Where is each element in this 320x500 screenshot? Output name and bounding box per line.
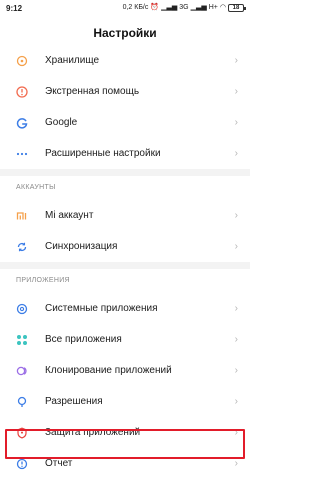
settings-item-mi-account[interactable]: Mi аккаунт › (0, 200, 250, 231)
storage-icon (16, 55, 28, 67)
settings-item-label: Разрешения (45, 396, 103, 407)
section-title: АККАУНТЫ (16, 184, 56, 191)
signal-icon-2: ▁▃▅ (190, 4, 207, 11)
settings-item-app-lock[interactable]: Защита приложений › (0, 417, 250, 448)
title-bar: Настройки (0, 18, 250, 48)
permissions-icon (16, 396, 28, 408)
settings-list: Хранилище › Экстренная помощь › Google ›… (0, 45, 250, 479)
status-bar: 9:12 0,2 КБ/с ⏰ ▁▃▅ 3G ▁▃▅ H+ ◠ 18 (0, 0, 250, 18)
settings-item-system-apps[interactable]: Системные приложения › (0, 293, 250, 324)
chevron-right-icon: › (234, 458, 238, 469)
section-divider (0, 169, 250, 176)
sync-icon (16, 241, 28, 253)
chevron-right-icon: › (234, 365, 238, 376)
settings-item-permissions[interactable]: Разрешения › (0, 386, 250, 417)
network-speed: 0,2 КБ/с (122, 4, 149, 11)
google-icon (16, 117, 28, 129)
clone-apps-icon (16, 365, 28, 377)
settings-item-label: Экстренная помощь (45, 86, 140, 97)
all-apps-icon (16, 334, 28, 346)
chevron-right-icon: › (234, 334, 238, 345)
settings-item-google[interactable]: Google › (0, 107, 250, 138)
signal-icon: ▁▃▅ (161, 4, 178, 11)
settings-item-sync[interactable]: Синхронизация › (0, 231, 250, 262)
chevron-right-icon: › (234, 86, 238, 97)
chevron-right-icon: › (234, 117, 238, 128)
settings-item-label: Mi аккаунт (45, 210, 94, 221)
settings-item-clone-apps[interactable]: Клонирование приложений › (0, 355, 250, 386)
settings-item-advanced[interactable]: Расширенные настройки › (0, 138, 250, 169)
settings-item-label: Google (45, 117, 78, 128)
network-type: 3G (179, 4, 189, 11)
status-time: 9:12 (6, 4, 23, 13)
status-icons: 0,2 КБ/с ⏰ ▁▃▅ 3G ▁▃▅ H+ ◠ 18 (122, 3, 246, 12)
chevron-right-icon: › (234, 241, 238, 252)
chevron-right-icon: › (234, 55, 238, 66)
settings-item-label: Синхронизация (45, 241, 118, 252)
chevron-right-icon: › (234, 396, 238, 407)
emergency-icon (16, 85, 28, 98)
settings-item-label: Хранилище (45, 55, 99, 66)
mi-icon (16, 210, 28, 222)
section-header-apps: ПРИЛОЖЕНИЯ (0, 269, 250, 293)
settings-item-emergency[interactable]: Экстренная помощь › (0, 76, 250, 107)
more-dots-icon (16, 148, 28, 160)
settings-item-label: Защита приложений (45, 427, 141, 438)
settings-item-label: Все приложения (45, 334, 122, 345)
settings-item-label: Системные приложения (45, 303, 158, 314)
alarm-icon: ⏰ (150, 4, 160, 11)
section-header-accounts: АККАУНТЫ (0, 176, 250, 200)
settings-item-storage[interactable]: Хранилище › (0, 45, 250, 76)
battery-icon: 18 (228, 3, 246, 12)
settings-item-label: Клонирование приложений (45, 365, 172, 376)
settings-item-all-apps[interactable]: Все приложения › (0, 324, 250, 355)
page-title: Настройки (93, 26, 157, 40)
chevron-right-icon: › (234, 210, 238, 221)
wifi-icon: ◠ (219, 4, 226, 11)
settings-item-report[interactable]: Отчет › (0, 448, 250, 479)
settings-item-label: Расширенные настройки (45, 148, 161, 159)
network-type-2: H+ (208, 4, 218, 11)
chevron-right-icon: › (234, 303, 238, 314)
report-icon (16, 458, 28, 470)
app-lock-icon (16, 427, 28, 439)
section-title: ПРИЛОЖЕНИЯ (16, 277, 70, 284)
system-apps-icon (16, 303, 28, 315)
section-divider (0, 262, 250, 269)
chevron-right-icon: › (234, 148, 238, 159)
chevron-right-icon: › (234, 427, 238, 438)
settings-item-label: Отчет (45, 458, 73, 469)
